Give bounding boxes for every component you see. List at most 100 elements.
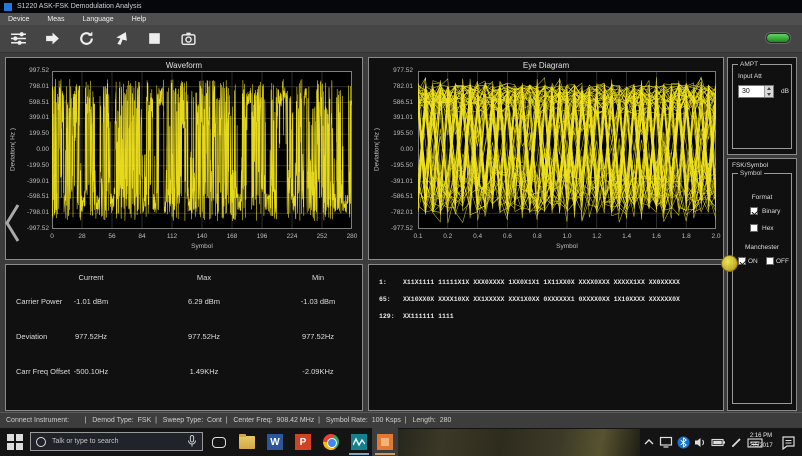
meas-value: -500.10Hz	[56, 367, 126, 376]
spin-down-icon	[767, 93, 771, 96]
task-view-button[interactable]	[206, 428, 232, 456]
fsk-symbol-panel: FSK/Symbol Symbol Format Binary Hex Manc…	[727, 158, 797, 411]
symbol-row-index: 129:	[379, 313, 395, 320]
battery-icon[interactable]	[711, 436, 726, 449]
meas-value: 977.52Hz	[169, 332, 239, 341]
desktop-wallpaper-strip	[388, 429, 640, 456]
search-box[interactable]: Talk or type to search	[30, 432, 203, 451]
media-app-icon	[377, 434, 393, 450]
media-app-glyph	[381, 438, 389, 446]
start-icon	[7, 434, 14, 441]
search-placeholder: Talk or type to search	[52, 438, 187, 445]
continuous-sweep-button[interactable]	[76, 29, 96, 49]
menu-help[interactable]: Help	[132, 16, 146, 23]
meas-value: 1.49KHz	[169, 367, 239, 376]
input-att-label: Input Att	[738, 73, 762, 80]
cortana-icon	[36, 437, 46, 447]
eye-ylabel: Deviation( Hz )	[374, 115, 381, 185]
word-button[interactable]: W	[262, 428, 288, 456]
symbol-row-index: 1:	[379, 279, 387, 286]
eye-y-axis: 977.52782.01586.51391.01195.500.00-195.5…	[382, 71, 413, 229]
open-app-indicator	[375, 453, 395, 455]
marker-button[interactable]	[110, 29, 130, 49]
display-icon[interactable]	[659, 435, 673, 449]
input-att-value: 30	[742, 88, 750, 95]
chevron-left-icon	[4, 202, 21, 244]
bluetooth-icon[interactable]	[677, 436, 690, 449]
single-run-button[interactable]	[42, 29, 62, 49]
waveform-y-axis: 997.52798.01598.51399.01199.500.00-199.5…	[18, 71, 49, 229]
input-att-unit: dB	[781, 88, 789, 95]
eye-x-axis: 0.10.20.40.60.81.01.21.41.61.82.0	[418, 233, 716, 241]
signal-app-icon	[351, 434, 367, 450]
start-icon	[16, 434, 23, 441]
volume-icon[interactable]	[694, 436, 707, 449]
taskbar: Talk or type to search W P	[0, 428, 802, 456]
cursor-highlight	[721, 255, 738, 272]
start-button[interactable]	[7, 434, 23, 450]
word-icon: W	[267, 434, 283, 450]
sliders-icon	[10, 30, 27, 47]
continuous-sweep-icon	[78, 30, 95, 47]
microphone-icon[interactable]	[187, 435, 197, 448]
symbol-row-bits: XX111111 1111	[403, 313, 454, 320]
manchester-off-label[interactable]: OFF	[776, 258, 789, 265]
chrome-button[interactable]	[318, 428, 344, 456]
settings-button[interactable]	[8, 29, 28, 49]
clock-date: 2/6/2017	[744, 441, 778, 451]
powerpoint-button[interactable]: P	[290, 428, 316, 456]
hex-label[interactable]: Hex	[762, 225, 774, 232]
app-icon	[4, 3, 12, 11]
run-arrow-icon	[44, 30, 61, 47]
fsk-symbol-title: FSK/Symbol	[732, 162, 768, 169]
manchester-off-checkbox[interactable]	[766, 257, 774, 265]
menu-device[interactable]: Device	[8, 16, 29, 23]
open-app-indicator	[349, 453, 369, 455]
media-app-button[interactable]	[372, 428, 398, 456]
pointer-icon	[112, 30, 129, 47]
file-explorer-button[interactable]	[234, 428, 260, 456]
pen-icon[interactable]	[730, 436, 743, 449]
clock[interactable]: 2:16 PM 2/6/2017	[744, 431, 778, 451]
meas-header-min: Min	[283, 273, 353, 282]
eye-xlabel: Symbol	[418, 243, 716, 250]
window-title: S1220 ASK-FSK Demodulation Analysis	[17, 3, 142, 10]
ampt-groupbox: AMPT Input Att 30 dB	[732, 64, 792, 149]
symbol-row-index: 65:	[379, 296, 391, 303]
screen: S1220 ASK-FSK Demodulation Analysis Devi…	[0, 0, 802, 456]
signal-app-button[interactable]	[346, 428, 372, 456]
measurements-panel: Current Max Min Carrier Power -1.01 dBm …	[5, 264, 363, 411]
hex-checkbox[interactable]	[750, 224, 758, 232]
manchester-on-label[interactable]: ON	[748, 258, 758, 265]
waveform-x-axis: 0285684112140168196224252280	[52, 233, 352, 241]
menu-meas[interactable]: Meas	[47, 16, 64, 23]
spinner-arrows[interactable]	[764, 86, 773, 97]
binary-label[interactable]: Binary	[762, 208, 780, 215]
manchester-on-checkbox[interactable]	[738, 257, 746, 265]
camera-icon	[180, 30, 197, 47]
meas-value: -1.03 dBm	[283, 297, 353, 306]
start-icon	[16, 443, 23, 450]
meas-value: -1.01 dBm	[56, 297, 126, 306]
spin-up-icon	[767, 87, 771, 90]
meas-row-label: Deviation	[16, 332, 47, 341]
waveform-ylabel: Deviation( Hz )	[10, 115, 17, 185]
eye-diagram-title: Eye Diagram	[369, 61, 723, 70]
status-led	[766, 33, 790, 43]
screenshot-button[interactable]	[178, 29, 198, 49]
stop-button[interactable]	[144, 29, 164, 49]
prev-page-chevron[interactable]	[4, 202, 21, 249]
status-bar: Connect Instrument: | Demod Type: FSK | …	[0, 412, 802, 428]
binary-checkbox[interactable]	[750, 207, 758, 215]
symbol-legend: Symbol	[738, 170, 764, 177]
chevron-up-icon[interactable]	[643, 436, 655, 448]
powerpoint-icon: P	[295, 434, 311, 450]
action-center-icon[interactable]	[781, 435, 796, 450]
meas-value: -2.09KHz	[283, 367, 353, 376]
menu-language[interactable]: Language	[83, 16, 114, 23]
meas-value: 6.29 dBm	[169, 297, 239, 306]
ampt-legend: AMPT	[738, 61, 760, 68]
input-att-spinbox[interactable]: 30	[738, 85, 774, 98]
symbol-groupbox: Symbol Format Binary Hex Manchester ON O…	[732, 173, 792, 404]
symbol-data-panel: 1: X11X1111 11111X1X XXX0XXXX 1XX0X1X1 1…	[368, 264, 724, 411]
